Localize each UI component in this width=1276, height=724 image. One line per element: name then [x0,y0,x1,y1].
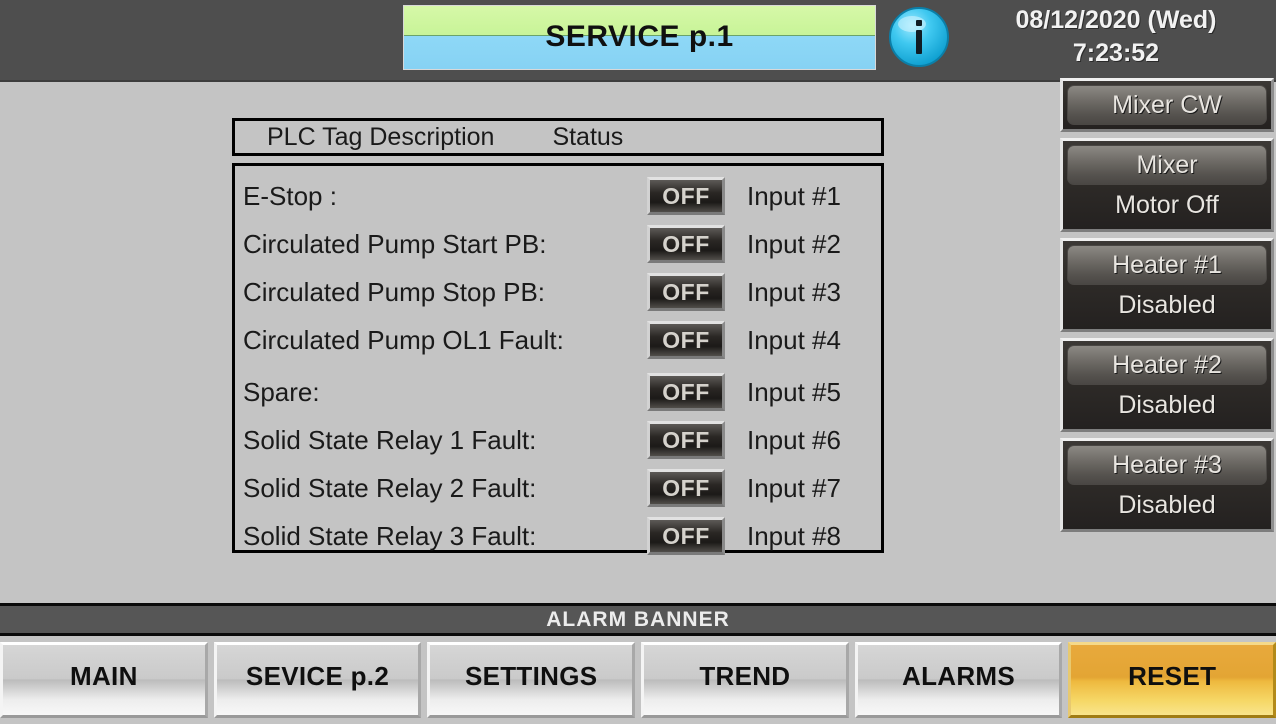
sidebar-button-status: Motor Off [1067,185,1267,225]
sidebar-status-button-mixer-cw[interactable]: Mixer CW [1060,78,1274,132]
sidebar-button-plate: Heater #1 [1067,245,1267,285]
status-indicator: OFF [647,225,725,263]
status-indicator-label: OFF [662,522,710,549]
plc-tag-description: E-Stop : [243,180,337,211]
nav-button-settings[interactable]: SETTINGS [427,642,636,718]
status-indicator-label: OFF [662,426,710,453]
hmi-screen: SERVICE p.1 08/12/2020 (Wed) 7:23:52 PLC… [0,0,1276,724]
plc-tag-description: Solid State Relay 1 Fault: [243,424,537,455]
plc-tag-description: Circulated Pump Stop PB: [243,276,546,307]
sidebar-button-plate: Heater #2 [1067,345,1267,385]
status-indicator-label: OFF [662,182,710,209]
nav-button-label: RESET [1128,660,1217,691]
plc-input-label: Input #8 [747,520,841,551]
column-header-description: PLC Tag Description [267,122,495,151]
nav-button-alarms[interactable]: ALARMS [854,642,1063,718]
table-row: Spare: OFF Input #5 [235,368,881,416]
table-row: E-Stop : OFF Input #1 [235,172,881,220]
plc-input-label: Input #7 [747,472,841,503]
top-bar: SERVICE p.1 08/12/2020 (Wed) 7:23:52 [0,0,1276,82]
plc-input-label: Input #3 [747,276,841,307]
plc-input-label: Input #6 [747,424,841,455]
table-row: Circulated Pump Start PB: OFF Input #2 [235,220,881,268]
sidebar-button-label: Mixer [1136,150,1198,179]
sidebar-button-plate: Heater #3 [1067,445,1267,485]
date-text: 08/12/2020 (Wed) [1015,6,1217,34]
page-title-banner: SERVICE p.1 [403,5,876,70]
alarm-banner-text: ALARM BANNER [546,607,730,631]
sidebar-status-button-heater-1[interactable]: Heater #1 Disabled [1060,238,1274,332]
status-indicator-label: OFF [662,230,710,257]
plc-input-label: Input #5 [747,376,841,407]
sidebar-button-status-label: Disabled [1118,490,1216,519]
table-row: Solid State Relay 1 Fault: OFF Input #6 [235,416,881,464]
sidebar-status-button-heater-2[interactable]: Heater #2 Disabled [1060,338,1274,432]
plc-tag-description: Solid State Relay 2 Fault: [243,472,537,503]
status-indicator-label: OFF [662,378,710,405]
plc-input-label: Input #2 [747,228,841,259]
plc-tag-description: Spare: [243,376,320,407]
alarm-banner[interactable]: ALARM BANNER [0,603,1276,636]
sidebar-button-status-label: Disabled [1118,390,1216,419]
nav-button-label: SEVICE p.2 [245,660,390,691]
table-row: Circulated Pump Stop PB: OFF Input #3 [235,268,881,316]
sidebar-button-status: Disabled [1067,485,1267,525]
sidebar-button-plate: Mixer CW [1067,85,1267,125]
plc-table-body: E-Stop : OFF Input #1 Circulated Pump Start… [232,163,884,555]
sidebar-button-label: Mixer CW [1112,90,1222,119]
sidebar-button-status-label: Disabled [1118,290,1216,319]
status-indicator-label: OFF [662,278,710,305]
plc-table-header: PLC Tag Description Status [232,118,884,156]
nav-button-trend[interactable]: TREND [641,642,849,718]
status-indicator: OFF [647,517,725,555]
info-circle-icon[interactable] [888,6,950,68]
sidebar-button-label: Heater #2 [1112,350,1222,379]
sidebar-button-label: Heater #1 [1112,250,1222,279]
sidebar-button-status: Disabled [1067,285,1267,325]
plc-input-label: Input #4 [747,324,841,355]
status-indicator-label: OFF [662,474,710,501]
plc-input-label: Input #1 [747,180,841,211]
column-header-status: Status [552,122,624,151]
status-indicator: OFF [647,321,725,359]
table-row: Circulated Pump OL1 Fault: OFF Input #4 [235,316,881,364]
sidebar-button-label: Heater #3 [1112,450,1222,479]
sidebar-button-status: Disabled [1067,385,1267,425]
status-indicator: OFF [647,273,725,311]
nav-button-reset[interactable]: RESET [1068,642,1276,718]
sidebar-button-plate: Mixer [1067,145,1267,185]
datetime-display: 08/12/2020 (Wed) 7:23:52 [960,4,1272,70]
page-title: SERVICE p.1 [545,19,734,53]
nav-button-label: MAIN [70,660,138,691]
status-indicator: OFF [647,373,725,411]
nav-button-label: TREND [699,660,791,691]
status-indicator: OFF [647,469,725,507]
status-indicator-label: OFF [662,326,710,353]
nav-button-main[interactable]: MAIN [0,642,208,718]
sidebar-status-button-heater-3[interactable]: Heater #3 Disabled [1060,438,1274,532]
nav-button-label: SETTINGS [464,660,598,691]
sidebar-button-status-label: Motor Off [1115,190,1219,219]
plc-tag-description: Circulated Pump Start PB: [243,228,547,259]
status-indicator: OFF [647,177,725,215]
sidebar-status-button-mixer[interactable]: Mixer Motor Off [1060,138,1274,232]
table-row: Solid State Relay 3 Fault: OFF Input #8 [235,512,881,560]
bottom-navigation-bar: MAIN SEVICE p.2 SETTINGS TREND ALARMS RESET [0,639,1276,724]
time-text: 7:23:52 [1072,39,1160,67]
plc-tag-description: Circulated Pump OL1 Fault: [243,324,564,355]
status-sidebar: Mixer CW Mixer Motor Off Heater #1 Disabled H… [1060,78,1274,597]
nav-button-label: ALARMS [902,660,1016,691]
table-row: Solid State Relay 2 Fault: OFF Input #7 [235,464,881,512]
nav-button-sevice-p-2[interactable]: SEVICE p.2 [213,642,422,718]
status-indicator: OFF [647,421,725,459]
plc-tag-description: Solid State Relay 3 Fault: [243,520,537,551]
